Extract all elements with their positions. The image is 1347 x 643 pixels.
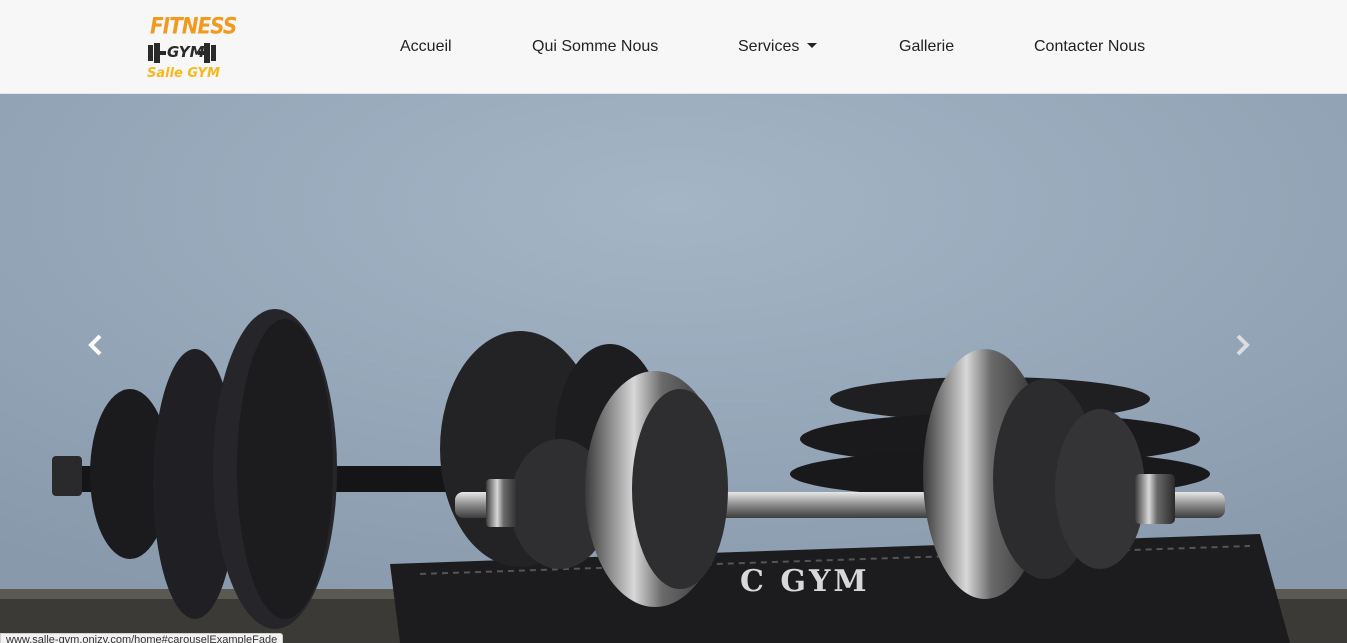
site-logo[interactable]: FITNESS GYM Salle GYM: [146, 13, 237, 84]
nav-item-qui-somme-nous[interactable]: Qui Somme Nous: [532, 38, 658, 56]
nav-item-services-label: Services: [738, 38, 800, 55]
chevron-left-icon: [88, 334, 102, 356]
caret-down-icon: [807, 43, 818, 48]
hero-carousel: C GYM: [0, 94, 1347, 643]
logo-gym-text: GYM: [167, 43, 205, 61]
logo-fitness-text: FITNESS: [150, 12, 237, 40]
logo-tagline: Salle GYM: [147, 66, 220, 81]
carousel-next-button[interactable]: [1222, 330, 1262, 360]
carousel-prev-button[interactable]: [76, 330, 116, 360]
nav-item-services[interactable]: Services: [738, 38, 818, 56]
chevron-right-icon: [1236, 334, 1250, 356]
nav-item-contacter-nous[interactable]: Contacter Nous: [1034, 38, 1145, 56]
top-navbar: FITNESS GYM Salle GYM Accueil Qui Somme …: [0, 0, 1347, 94]
slide-text: C GYM: [740, 564, 870, 599]
nav-item-gallerie[interactable]: Gallerie: [899, 38, 954, 56]
browser-status-bar: www.salle-gym.onizy.com/home#carouselExa…: [0, 633, 284, 643]
nav-item-accueil[interactable]: Accueil: [400, 38, 452, 56]
carousel-slide-image: C GYM: [0, 94, 1347, 643]
